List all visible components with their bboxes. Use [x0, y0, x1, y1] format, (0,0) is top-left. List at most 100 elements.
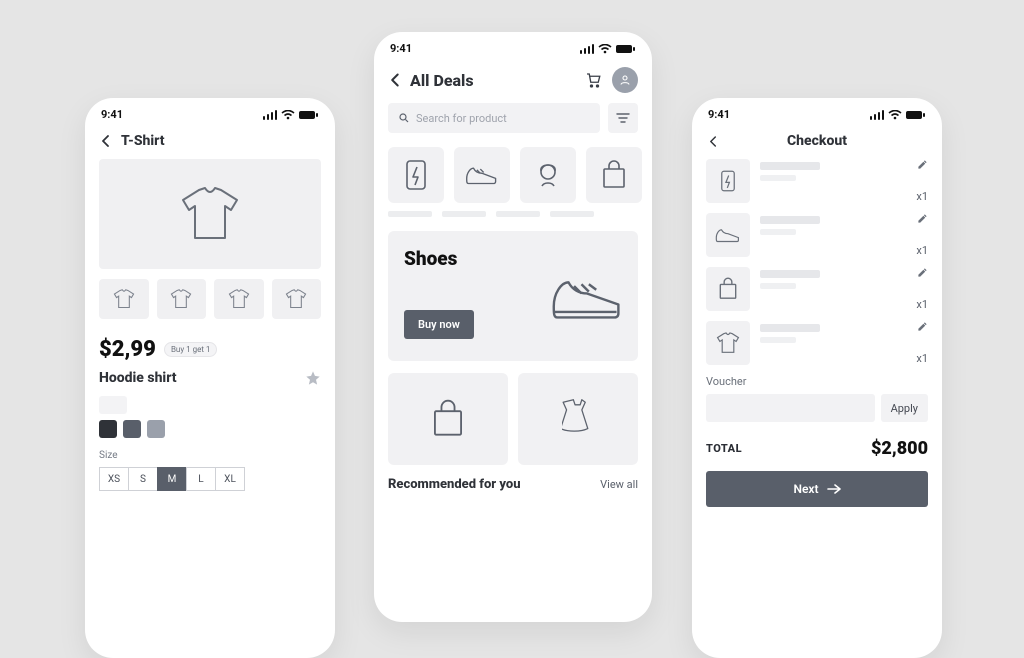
tshirt-icon	[228, 289, 250, 309]
status-indicators	[870, 110, 926, 120]
favorite-button[interactable]	[305, 370, 321, 386]
page-title: T-Shirt	[121, 133, 165, 149]
size-option[interactable]: S	[128, 467, 158, 491]
category-labels-placeholder	[388, 211, 638, 217]
category-tile[interactable]	[454, 147, 510, 203]
energy-icon	[719, 169, 737, 193]
edit-button[interactable]	[917, 267, 928, 278]
cart-item-image	[706, 213, 750, 257]
back-button[interactable]	[706, 134, 720, 148]
category-tile[interactable]	[520, 147, 576, 203]
edit-button[interactable]	[917, 321, 928, 332]
filter-button[interactable]	[608, 103, 638, 133]
placeholder-bar	[760, 162, 820, 170]
size-option[interactable]: L	[186, 467, 216, 491]
edit-button[interactable]	[917, 213, 928, 224]
color-swatches	[99, 420, 321, 438]
dress-icon	[562, 398, 594, 440]
next-button[interactable]: Next	[706, 471, 928, 507]
category-row[interactable]	[388, 147, 638, 203]
header: All Deals	[374, 61, 652, 103]
wifi-icon	[598, 44, 612, 54]
status-bar: 9:41	[85, 98, 335, 127]
back-button[interactable]	[99, 134, 113, 148]
edit-button[interactable]	[917, 159, 928, 170]
color-swatch[interactable]	[99, 420, 117, 438]
arrow-right-icon	[827, 484, 841, 494]
color-swatch[interactable]	[147, 420, 165, 438]
cart-item-qty: x1	[916, 352, 928, 365]
placeholder-bar	[760, 270, 820, 278]
category-tile[interactable]	[586, 147, 642, 203]
status-time: 9:41	[390, 42, 412, 55]
size-option-selected[interactable]: M	[157, 467, 187, 491]
chevron-left-icon	[390, 73, 401, 87]
search-input[interactable]: Search for product	[388, 103, 600, 133]
tshirt-icon	[113, 289, 135, 309]
voucher-input[interactable]	[706, 394, 875, 422]
size-label: Size	[99, 450, 321, 461]
buy-now-button[interactable]: Buy now	[404, 310, 474, 339]
battery-icon	[616, 44, 636, 54]
placeholder-bar	[99, 396, 127, 414]
cart-item: x1	[706, 267, 928, 311]
wifi-icon	[888, 110, 902, 120]
cart-item: x1	[706, 321, 928, 365]
status-time: 9:41	[708, 108, 730, 121]
thumbnail[interactable]	[99, 279, 149, 319]
next-label: Next	[793, 482, 818, 496]
cart-item-image	[706, 159, 750, 203]
shoe-icon	[715, 227, 741, 243]
pencil-icon	[917, 321, 928, 332]
thumbnail-row	[99, 279, 321, 319]
tshirt-icon	[179, 186, 241, 242]
screen-checkout: 9:41 Checkout x1	[692, 98, 942, 658]
size-picker: XS S M L XL	[99, 467, 321, 491]
product-card[interactable]	[518, 373, 638, 465]
wifi-icon	[281, 110, 295, 120]
status-indicators	[580, 44, 636, 54]
promo-card[interactable]: Shoes Buy now	[388, 231, 638, 361]
promo-title: Shoes	[404, 247, 622, 270]
thumbnail[interactable]	[272, 279, 322, 319]
placeholder-bar	[760, 324, 820, 332]
status-indicators	[263, 110, 319, 120]
thumbnail[interactable]	[157, 279, 207, 319]
total-label: TOTAL	[706, 442, 742, 455]
screen-product: 9:41 T-Shirt $2,99	[85, 98, 335, 658]
signal-icon	[263, 110, 277, 120]
thumbnail[interactable]	[214, 279, 264, 319]
product-name: Hoodie shirt	[99, 370, 177, 386]
promo-badge: Buy 1 get 1	[164, 342, 217, 357]
size-option[interactable]: XL	[215, 467, 245, 491]
cart-item-image	[706, 267, 750, 311]
bag-icon	[601, 160, 627, 190]
category-tile[interactable]	[388, 147, 444, 203]
total-value: $2,800	[871, 438, 928, 459]
cart-item-qty: x1	[916, 298, 928, 311]
energy-icon	[403, 159, 429, 191]
apply-button[interactable]: Apply	[881, 394, 928, 422]
pencil-icon	[917, 213, 928, 224]
placeholder-bar	[760, 216, 820, 224]
status-time: 9:41	[101, 108, 123, 121]
color-swatch[interactable]	[123, 420, 141, 438]
cart-item: x1	[706, 159, 928, 203]
placeholder-bar	[760, 229, 796, 235]
profile-button[interactable]	[612, 67, 638, 93]
tshirt-icon	[716, 332, 740, 354]
product-card[interactable]	[388, 373, 508, 465]
back-button[interactable]	[388, 73, 402, 87]
product-hero-image	[99, 159, 321, 269]
bag-icon	[431, 399, 465, 439]
cart-icon	[584, 71, 602, 89]
section-title: Recommended for you	[388, 477, 521, 492]
size-option[interactable]: XS	[99, 467, 129, 491]
cart-item: x1	[706, 213, 928, 257]
chevron-left-icon	[709, 136, 718, 147]
cart-button[interactable]	[582, 69, 604, 91]
placeholder-bar	[760, 337, 796, 343]
pencil-icon	[917, 159, 928, 170]
search-placeholder: Search for product	[416, 112, 507, 125]
view-all-link[interactable]: View all	[600, 478, 638, 491]
